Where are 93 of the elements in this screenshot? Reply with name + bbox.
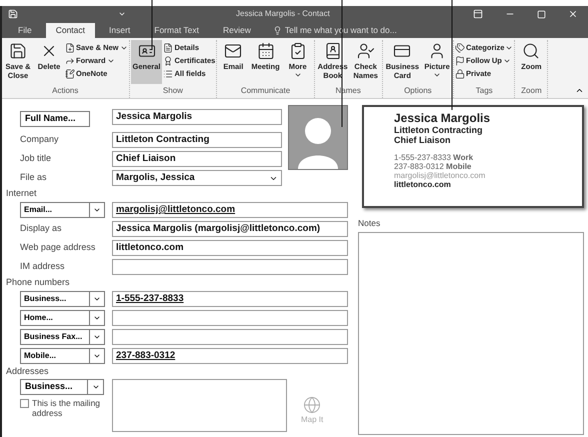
group-label: Zoom	[521, 86, 542, 96]
dropdown-button[interactable]	[90, 202, 105, 218]
group-label: Tags	[476, 86, 493, 96]
dropdown-button[interactable]	[90, 329, 105, 345]
save-icon	[9, 42, 27, 60]
field-label: File as	[20, 171, 48, 184]
checkbox[interactable]	[20, 399, 29, 408]
lightbulb-icon	[272, 26, 282, 35]
close-icon[interactable]	[568, 9, 578, 19]
card-icon	[393, 42, 412, 60]
save-icon[interactable]	[8, 9, 18, 19]
caret-icon[interactable]	[118, 10, 126, 18]
caret-icon	[93, 295, 101, 303]
forward-icon	[65, 56, 75, 66]
dropdown-button[interactable]	[90, 348, 105, 364]
ribbon-tab[interactable]: Insert	[99, 23, 140, 38]
text-field[interactable]: Jessica Margolis	[112, 109, 282, 125]
certificate-icon	[163, 56, 174, 66]
field-label: Company	[20, 133, 60, 146]
user-check-icon	[356, 42, 375, 60]
caret-icon	[93, 206, 101, 214]
ribbon-tab[interactable]: File	[8, 23, 42, 38]
ribbon-tab[interactable]: Review	[212, 23, 261, 38]
card-job-title: Chief Liaison	[394, 135, 452, 145]
text-field[interactable]: Littleton Contracting	[112, 132, 282, 148]
text-field[interactable]: littletonco.com	[112, 240, 348, 256]
maximize-icon[interactable]	[537, 10, 546, 18]
card-company: Littleton Contracting	[394, 125, 484, 135]
card-line: margolisj@littletonco.com	[394, 171, 486, 180]
flag-icon	[455, 56, 466, 66]
new-document-icon	[65, 42, 75, 52]
full-name-button[interactable]: Full Name...	[20, 110, 90, 127]
group-label: Actions	[52, 86, 78, 96]
section-heading: Addresses	[6, 366, 50, 377]
address-book-icon	[324, 42, 342, 60]
contact-photo[interactable]	[288, 105, 348, 170]
text-field[interactable]: Jessica Margolis (margolisj@littletonco.com)	[112, 221, 348, 237]
caret-icon	[93, 314, 101, 322]
caret-icon	[92, 383, 100, 391]
caret-icon	[294, 71, 302, 79]
ribbon-options-icon[interactable]	[473, 9, 483, 19]
field-type-button[interactable]: Business Fax...	[20, 329, 90, 345]
notebook-icon	[65, 68, 75, 78]
search-icon	[522, 42, 540, 60]
text-field[interactable]: 237-883-0312	[112, 348, 348, 364]
group-label: Communicate	[240, 86, 290, 96]
group-label: Show	[162, 86, 183, 96]
card-line: 237-883-0312 Mobile	[394, 162, 472, 171]
clipboard-icon	[288, 42, 307, 60]
dropdown-button[interactable]	[90, 310, 105, 326]
text-field[interactable]: 1-555-237-8833	[112, 291, 348, 307]
card-line: 1-555-237-8333 Work	[394, 153, 474, 162]
group-label: Options	[404, 86, 432, 96]
mail-icon	[224, 42, 242, 60]
field-label: Job title	[20, 152, 52, 166]
globe-icon	[303, 396, 322, 414]
tags-icon	[455, 42, 466, 52]
field-type-button[interactable]: Business...	[20, 379, 88, 395]
text-field[interactable]	[112, 329, 348, 345]
ribbon-tab[interactable]: Format Text	[144, 23, 209, 38]
caret-icon	[433, 71, 442, 79]
notes-field[interactable]	[358, 232, 584, 435]
field-label: Display as	[20, 222, 63, 236]
text-field[interactable]: Margolis, Jessica	[112, 170, 282, 186]
list-icon	[163, 68, 174, 78]
field-type-button[interactable]: Business...	[20, 291, 90, 307]
notes-label: Notes	[358, 217, 382, 230]
field-type-button[interactable]: Email...	[20, 202, 90, 218]
ribbon-tab[interactable]: Contact	[46, 23, 95, 38]
section-heading: Internet	[6, 188, 38, 199]
card-name: Jessica Margolis	[394, 112, 492, 125]
lock-icon	[455, 68, 466, 78]
contact-card-icon	[138, 42, 156, 60]
field-type-button[interactable]: Home...	[20, 310, 90, 326]
caret-icon	[93, 352, 101, 360]
checkbox-label: This is the mailing address	[32, 398, 102, 418]
dropdown-button[interactable]	[90, 291, 105, 307]
field-label: IM address	[20, 260, 66, 274]
text-field[interactable]	[112, 310, 348, 326]
address-field[interactable]	[112, 379, 287, 432]
text-field[interactable]: margolisj@littletonco.com	[112, 202, 348, 218]
field-label: Web page address	[20, 241, 96, 254]
calendar-icon	[256, 42, 274, 60]
caret-icon	[93, 333, 101, 341]
text-field[interactable]: Chief Liaison	[112, 151, 282, 167]
window-title: Jessica Margolis - Contact	[236, 8, 330, 20]
dropdown-button[interactable]	[88, 379, 104, 395]
field-type-button[interactable]: Mobile...	[20, 348, 90, 364]
section-heading: Phone numbers	[6, 277, 71, 288]
text-field[interactable]	[112, 259, 348, 275]
card-line: littletonco.com	[394, 180, 452, 189]
document-icon	[163, 42, 174, 52]
collapse-icon[interactable]	[575, 86, 584, 95]
